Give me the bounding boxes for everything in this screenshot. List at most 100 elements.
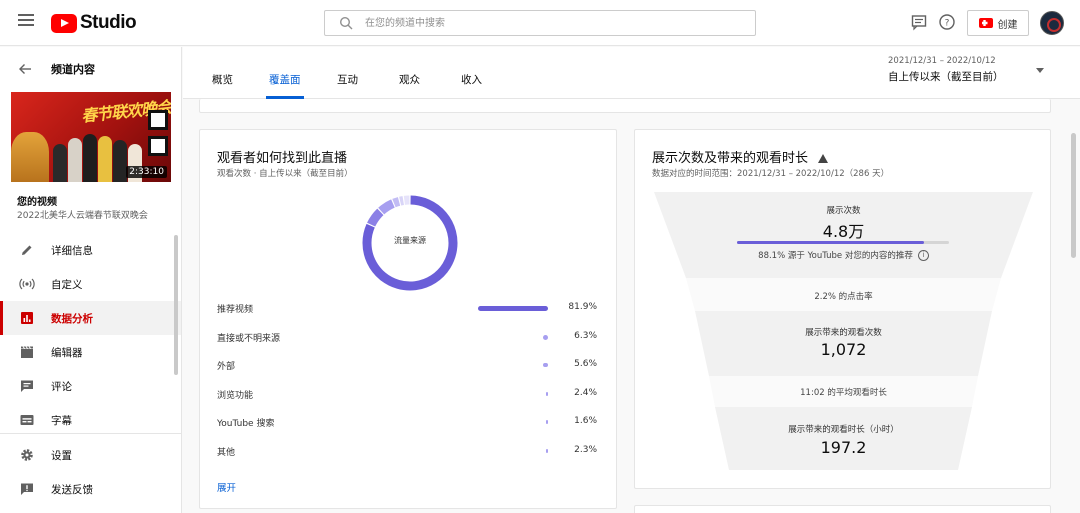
top-bar: Studio ? 创建: [0, 0, 1080, 46]
tiger-illustration: [11, 132, 49, 182]
sidebar-item-editor[interactable]: 编辑器: [0, 335, 181, 369]
donut-center-label: 流量来源: [394, 236, 426, 245]
card-title: 观看者如何找到此直播: [217, 151, 348, 166]
traffic-source-row[interactable]: YouTube 搜索 1.6%: [217, 414, 597, 430]
sidebar-item-label: 数据分析: [51, 312, 93, 325]
impressions-value: 4.8万: [822, 222, 865, 241]
tab-revenue[interactable]: 收入: [461, 72, 482, 99]
source-value: 81.9%: [568, 302, 597, 312]
gear-icon: [21, 449, 33, 461]
sidebar-item-subtitles[interactable]: 字幕: [0, 403, 181, 437]
sidebar-item-details[interactable]: 详细信息: [0, 233, 181, 267]
search-input[interactable]: [365, 14, 745, 32]
sidebar-item-label: 发送反馈: [51, 483, 93, 496]
chevron-down-icon[interactable]: [1036, 68, 1044, 73]
funnel-diagram: [654, 192, 1033, 470]
sidebar: 频道内容 春节联欢晚会 2:33:10 您的视频 2022北美华人云端春节联双晚…: [0, 47, 182, 513]
sidebar-title: 频道内容: [51, 63, 95, 76]
info-icon[interactable]: i: [917, 250, 929, 261]
youtube-studio-logo[interactable]: Studio: [51, 12, 137, 34]
clapperboard-icon: [21, 346, 33, 358]
hamburger-menu-icon[interactable]: [18, 14, 34, 30]
source-value: 6.3%: [574, 331, 597, 341]
video-duration: 2:33:10: [126, 166, 167, 178]
sidebar-divider: [0, 433, 181, 434]
impressions-label: 展示次数: [826, 206, 861, 216]
qr-code: [148, 110, 168, 130]
sidebar-item-label: 详细信息: [51, 244, 93, 257]
sidebar-item-label: 评论: [51, 380, 72, 393]
card-subtitle: 观看次数 · 自上传以来（截至目前）: [217, 169, 353, 179]
watch-time-value: 197.2: [820, 438, 867, 457]
source-bar: [546, 449, 548, 453]
traffic-donut-chart[interactable]: 流量来源: [359, 192, 461, 294]
previous-card-edge: [199, 99, 1051, 113]
sidebar-item-comments[interactable]: 评论: [0, 369, 181, 403]
recommend-share-bar: [737, 241, 949, 244]
analytics-tabs-bar: 概览 覆盖面 互动 观众 收入 2021/12/31 – 2022/10/12 …: [183, 47, 1080, 99]
source-bar: [477, 306, 548, 311]
back-arrow-icon[interactable]: [18, 62, 32, 76]
sidebar-item-feedback[interactable]: 发送反馈: [0, 472, 181, 506]
source-name: YouTube 搜索: [217, 419, 275, 429]
date-range-text[interactable]: 2021/12/31 – 2022/10/12: [888, 56, 996, 66]
traffic-source-row[interactable]: 外部 5.6%: [217, 357, 597, 373]
impressions-funnel-card: 展示次数及带来的观看时长 数据对应的时间范围：2021/12/31 – 2022…: [634, 129, 1051, 489]
avg-watch-time-text: 11:02 的平均观看时长: [800, 388, 887, 398]
pencil-icon: [22, 245, 32, 255]
tab-overview[interactable]: 概览: [212, 72, 233, 99]
source-value: 5.6%: [574, 359, 597, 369]
logo-text: Studio: [80, 12, 137, 33]
create-button-label: 创建: [997, 19, 1018, 31]
source-name: 推荐视频: [217, 305, 254, 315]
help-icon[interactable]: ?: [938, 13, 956, 31]
messages-icon[interactable]: [910, 13, 928, 31]
channel-search-box[interactable]: [324, 10, 756, 36]
donut-segment[interactable]: [367, 208, 384, 227]
source-bar: [545, 392, 548, 396]
sidebar-scrollbar[interactable]: [174, 235, 178, 375]
create-button[interactable]: 创建: [967, 10, 1029, 36]
traffic-source-row[interactable]: 直接或不明来源 6.3%: [217, 329, 597, 345]
main-scrollbar[interactable]: [1071, 133, 1076, 258]
recommend-share-label: 88.1% 源于 YouTube 对您的内容的推荐: [758, 251, 913, 261]
video-title: 2022北美华人云端春节联双晚会: [17, 211, 148, 221]
svg-text:?: ?: [945, 19, 950, 29]
source-bar: [546, 420, 548, 424]
source-bar: [543, 363, 548, 367]
source-name: 直接或不明来源: [217, 334, 281, 344]
qr-code: [148, 136, 168, 156]
source-name: 其他: [217, 448, 236, 458]
donut-segment[interactable]: [378, 199, 395, 215]
tab-reach[interactable]: 覆盖面: [266, 72, 303, 99]
traffic-source-row[interactable]: 推荐视频 81.9%: [217, 300, 597, 316]
source-bar: [543, 335, 548, 340]
video-thumbnail[interactable]: 春节联欢晚会 2:33:10: [11, 92, 171, 182]
sidebar-item-analytics[interactable]: 数据分析: [0, 301, 181, 335]
donut-segment[interactable]: [399, 196, 405, 206]
donut-segment[interactable]: [392, 197, 401, 208]
comment-icon: [21, 380, 33, 392]
source-name: 浏览功能: [217, 391, 254, 401]
recommend-share-fill: [737, 241, 924, 244]
youtube-play-icon: [51, 13, 77, 33]
views-value: 1,072: [820, 340, 867, 359]
date-range-selector[interactable]: 自上传以来（截至目前）: [888, 69, 1004, 84]
ctr-text: 2.2% 的点击率: [814, 292, 873, 302]
source-value: 2.4%: [574, 388, 597, 398]
source-name: 外部: [217, 362, 236, 372]
recommend-share-text: 88.1% 源于 YouTube 对您的内容的推荐 i: [635, 249, 1052, 261]
sidebar-item-label: 字幕: [51, 414, 72, 427]
source-value: 2.3%: [574, 445, 597, 455]
expand-link[interactable]: 展开: [217, 480, 236, 494]
account-avatar[interactable]: [1040, 11, 1064, 35]
tab-audience[interactable]: 观众: [399, 72, 420, 99]
tab-engagement[interactable]: 互动: [337, 72, 358, 99]
traffic-source-row[interactable]: 浏览功能 2.4%: [217, 386, 597, 402]
traffic-source-row[interactable]: 其他 2.3%: [217, 443, 597, 459]
next-card-edge: [634, 505, 1051, 513]
analytics-icon: [21, 312, 33, 324]
sidebar-item-settings[interactable]: 设置: [0, 438, 181, 472]
traffic-sources-card: 观看者如何找到此直播 观看次数 · 自上传以来（截至目前） 流量来源 推荐视频 …: [199, 129, 617, 509]
sidebar-item-customize[interactable]: 自定义: [0, 267, 181, 301]
